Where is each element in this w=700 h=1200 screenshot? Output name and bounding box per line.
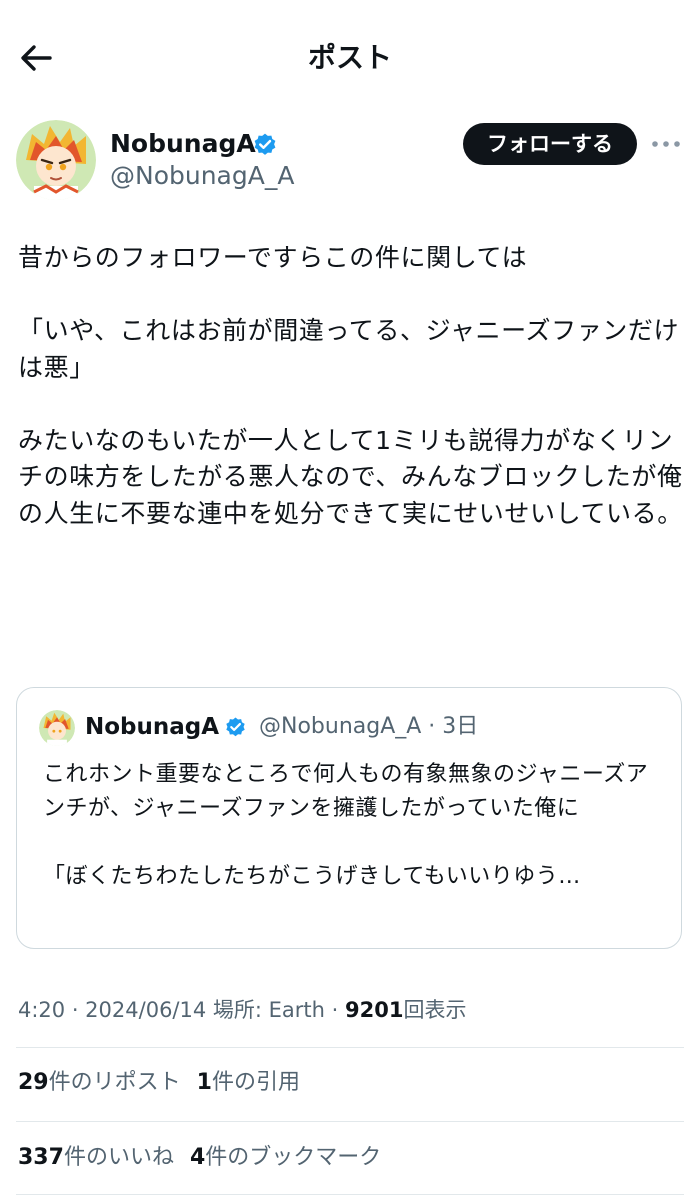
divider [16,1194,684,1195]
post-paragraph: 「いや、これはお前が間違ってる、ジャニーズファンだけは悪」 [18,316,680,382]
quoted-text: これホント重要なところで何人もの有象無象のジャニーズアンチが、ジャニーズファンを… [43,758,659,894]
avatar-image [39,710,75,746]
bookmarks-stat[interactable]: 4件のブックマーク [190,1142,381,1174]
likes-stat[interactable]: 337件のいいね [18,1142,174,1174]
post-meta: 4:20 · 2024/06/14 場所: Earth · 9201回表示 [18,994,466,1026]
post-paragraph: 昔からのフォロワーですらこの件に関しては [18,243,528,272]
likes-count: 337 [18,1145,64,1170]
bookmarks-label: 件のブックマーク [205,1145,382,1170]
quoted-avatar [39,710,75,746]
reposts-stat[interactable]: 29件のリポスト [18,1067,181,1099]
view-count-label: 回表示 [403,998,467,1022]
post-author: NobunagA @NobunagA_A フォローする [16,120,686,210]
divider [16,1047,684,1048]
avatar[interactable] [16,120,96,200]
quotes-label: 件の引用 [211,1070,300,1095]
bookmarks-count: 4 [189,1145,206,1170]
more-options-button[interactable] [650,130,682,158]
quoted-display-name: NobunagA [85,714,220,740]
user-handle[interactable]: @NobunagA_A [110,160,294,192]
quotes-stat[interactable]: 1件の引用 [197,1067,300,1099]
likes-label: 件のいいね [63,1145,174,1170]
display-name[interactable]: NobunagA [110,128,256,160]
follow-button[interactable]: フォローする [463,123,637,165]
page-title: ポスト [307,41,392,74]
verified-badge-icon [254,133,276,155]
post-paragraph: みたいなのもいたが一人として1ミリも説得力がなくリンチの味方をしたがる悪人なので… [18,425,683,528]
reposts-count: 29 [18,1070,49,1095]
quoted-post-card[interactable]: NobunagA @NobunagA_A · 3日 これホント重要なところで何人… [16,687,682,949]
quoted-paragraph: 「ぼくたちわたしたちがこうげきしてもいいりゆう… [43,864,581,889]
post-text: 昔からのフォロワーですらこの件に関しては 「いや、これはお前が間違ってる、ジャニ… [18,240,686,532]
engagement-stats-row: 337件のいいね 4件のブックマーク [18,1142,397,1174]
avatar-image [16,120,96,200]
divider [16,1121,684,1122]
verified-badge-icon [226,717,245,737]
view-count: 9201 [345,998,404,1022]
quoted-handle-time: @NobunagA_A · 3日 [259,714,479,739]
quotes-count: 1 [196,1070,212,1095]
reposts-label: 件のリポスト [48,1070,181,1095]
post-timestamp-location: 4:20 · 2024/06/14 場所: Earth · [18,998,345,1022]
more-horizontal-icon [652,141,680,147]
engagement-stats-row: 29件のリポスト 1件の引用 [18,1067,316,1099]
top-bar: ポスト [0,0,700,116]
quoted-paragraph: これホント重要なところで何人もの有象無象のジャニーズアンチが、ジャニーズファンを… [43,762,649,821]
